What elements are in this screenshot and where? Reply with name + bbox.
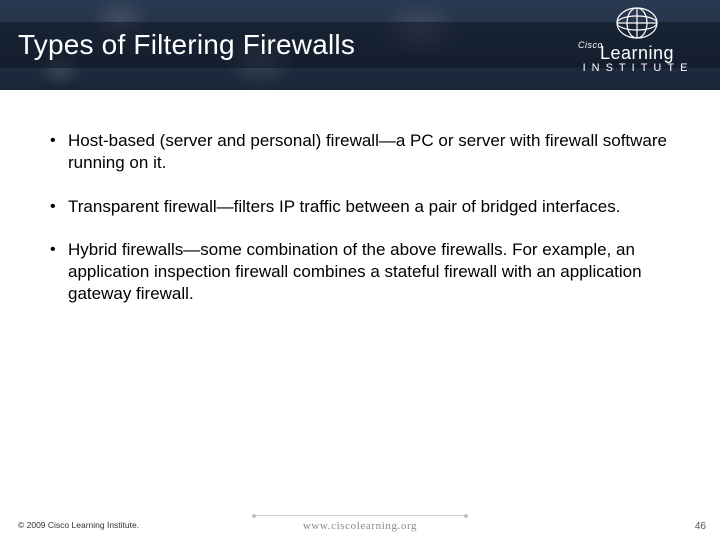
bullet-text: Hybrid firewalls—some combination of the… [68, 239, 670, 304]
list-item: • Hybrid firewalls—some combination of t… [50, 239, 670, 304]
content-body: • Host-based (server and personal) firew… [50, 130, 670, 327]
bullet-text: Transparent firewall—filters IP traffic … [68, 196, 670, 218]
slide: Types of Filtering Firewalls Cisco Learn… [0, 0, 720, 540]
brand-logo: Cisco Learning INSTITUTE [572, 6, 702, 84]
footer-rule [255, 515, 465, 516]
footer-url: www.ciscolearning.org [303, 520, 417, 532]
logo-line2: INSTITUTE [574, 62, 702, 74]
bullet-text: Host-based (server and personal) firewal… [68, 130, 670, 174]
globe-icon [615, 6, 659, 40]
bullet-icon: • [50, 196, 68, 218]
footer: © 2009 Cisco Learning Institute. www.cis… [0, 512, 720, 540]
bullet-icon: • [50, 239, 68, 304]
header-band: Types of Filtering Firewalls Cisco Learn… [0, 0, 720, 90]
list-item: • Host-based (server and personal) firew… [50, 130, 670, 174]
slide-title: Types of Filtering Firewalls [0, 29, 355, 61]
list-item: • Transparent firewall—filters IP traffi… [50, 196, 670, 218]
copyright-text: © 2009 Cisco Learning Institute. [18, 520, 139, 530]
bullet-icon: • [50, 130, 68, 174]
page-number: 46 [695, 521, 706, 532]
logo-brand-small: Cisco [578, 40, 603, 50]
